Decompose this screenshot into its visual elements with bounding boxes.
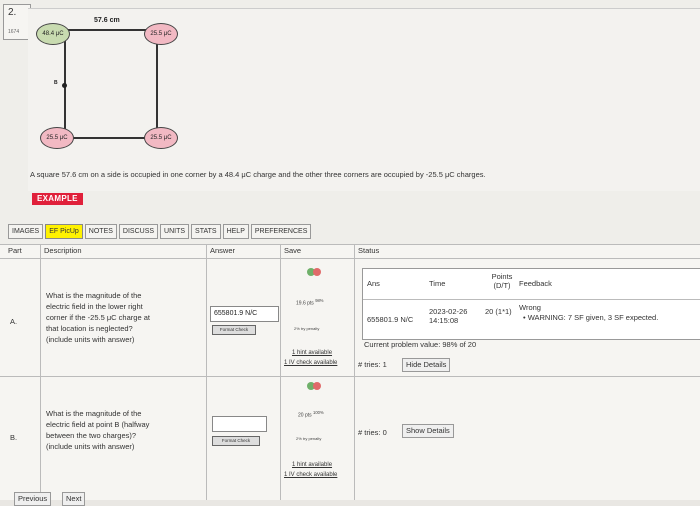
tab-notes[interactable]: NOTES: [84, 224, 117, 239]
header-status: Status: [358, 246, 380, 255]
tab-units[interactable]: UNITS: [160, 224, 190, 239]
tab-images[interactable]: IMAGES: [8, 224, 44, 239]
part-b-format-check-button[interactable]: Format Check: [212, 436, 260, 446]
tab-preferences[interactable]: PREFERENCES: [250, 224, 312, 239]
part-a-description: What is the magnitude of the electric fi…: [46, 291, 150, 344]
fb-header-feedback: Feedback: [519, 279, 552, 288]
show-details-button[interactable]: Show Details: [402, 424, 454, 438]
header-divider: [0, 258, 700, 259]
charge-square-figure: 57.6 cm 48.4 μC 25.5 μC 25.5 μC 25.5 μC …: [28, 8, 700, 191]
col-divider-4: [354, 244, 355, 500]
tab-discuss[interactable]: DISCUSS: [118, 224, 159, 239]
right-wire: [156, 29, 158, 139]
charge-bottom-right: 25.5 μC: [144, 127, 178, 149]
part-b-answer-input[interactable]: [212, 416, 267, 432]
part-b-iv-check-link[interactable]: 1 IV check available: [284, 472, 337, 478]
part-a-penalty: 2% try penalty: [294, 326, 320, 331]
col-divider-1: [40, 244, 41, 500]
part-a-answer-input[interactable]: 655801.9 N/C: [210, 306, 279, 322]
tab-stats[interactable]: STATS: [191, 224, 221, 239]
part-b-description: What is the magnitude of the electric fi…: [46, 409, 150, 451]
header-description: Description: [44, 246, 82, 255]
header-top-border: [0, 244, 700, 245]
part-b-penalty: 2% try penalty: [296, 436, 322, 441]
thumbs-icon: [307, 382, 321, 390]
fb-header-points: Points (D/T): [491, 272, 513, 290]
point-b-label: B: [54, 80, 58, 86]
part-a-format-check-button[interactable]: Format Check: [212, 325, 256, 335]
part-b-tries: # tries: 0: [358, 428, 387, 437]
question-toolbar: IMAGES EF PicUp NOTES DISCUSS UNITS STAT…: [8, 224, 312, 239]
next-button[interactable]: Next: [62, 492, 86, 506]
previous-button[interactable]: Previous: [14, 492, 52, 506]
fb-time: 2023-02-26 14:15:08: [429, 307, 468, 325]
feedback-table: Ans Time Points (D/T) Feedback 655801.9 …: [362, 268, 700, 340]
side-length-label: 57.6 cm: [94, 17, 120, 24]
part-b-hint-link[interactable]: 1 hint available: [292, 462, 332, 468]
part-a-points: 19.6 pts 98%: [296, 298, 324, 307]
header-part: Part: [8, 246, 22, 255]
fb-warning: • WARNING: 7 SF given, 3 SF expected.: [523, 313, 659, 322]
part-b-points: 20 pts 100%: [298, 410, 324, 419]
charge-top-right: 25.5 μC: [144, 23, 178, 45]
fb-header-divider: [363, 299, 700, 300]
part-a-tries: # tries: 1: [358, 360, 387, 369]
example-button[interactable]: EXAMPLE: [32, 193, 83, 205]
part-a-hint-link[interactable]: 1 hint available: [292, 350, 332, 356]
question-number-box: 2. 1674: [3, 4, 31, 40]
header-answer: Answer: [210, 246, 236, 255]
col-divider-2: [206, 244, 207, 500]
thumbs-icon: [307, 268, 321, 276]
fb-header-time: Time: [429, 279, 446, 288]
charge-bottom-left: 25.5 μC: [40, 127, 74, 149]
row-divider: [0, 376, 700, 377]
part-b-label: B.: [10, 433, 18, 442]
current-problem-value: Current problem value: 98% of 20: [364, 340, 477, 349]
question-id: 1674: [8, 29, 20, 35]
fb-answer: 655801.9 N/C: [367, 315, 414, 324]
part-a-iv-check-link[interactable]: 1 IV check available: [284, 360, 337, 366]
col-divider-3: [280, 244, 281, 500]
question-number: 2.: [8, 7, 17, 18]
hide-details-button[interactable]: Hide Details: [402, 358, 451, 372]
tab-ef-picup[interactable]: EF PicUp: [45, 224, 83, 239]
part-a-label: A.: [10, 317, 18, 326]
fb-points: 20 (1*1): [485, 307, 512, 316]
header-save: Save: [284, 246, 302, 255]
problem-statement: A square 57.6 cm on a side is occupied i…: [30, 170, 486, 179]
tab-help[interactable]: HELP: [222, 224, 249, 239]
charge-top-left: 48.4 μC: [36, 23, 70, 45]
point-b-marker: [62, 83, 67, 88]
fb-result: Wrong: [519, 303, 541, 312]
fb-header-ans: Ans: [367, 279, 380, 288]
